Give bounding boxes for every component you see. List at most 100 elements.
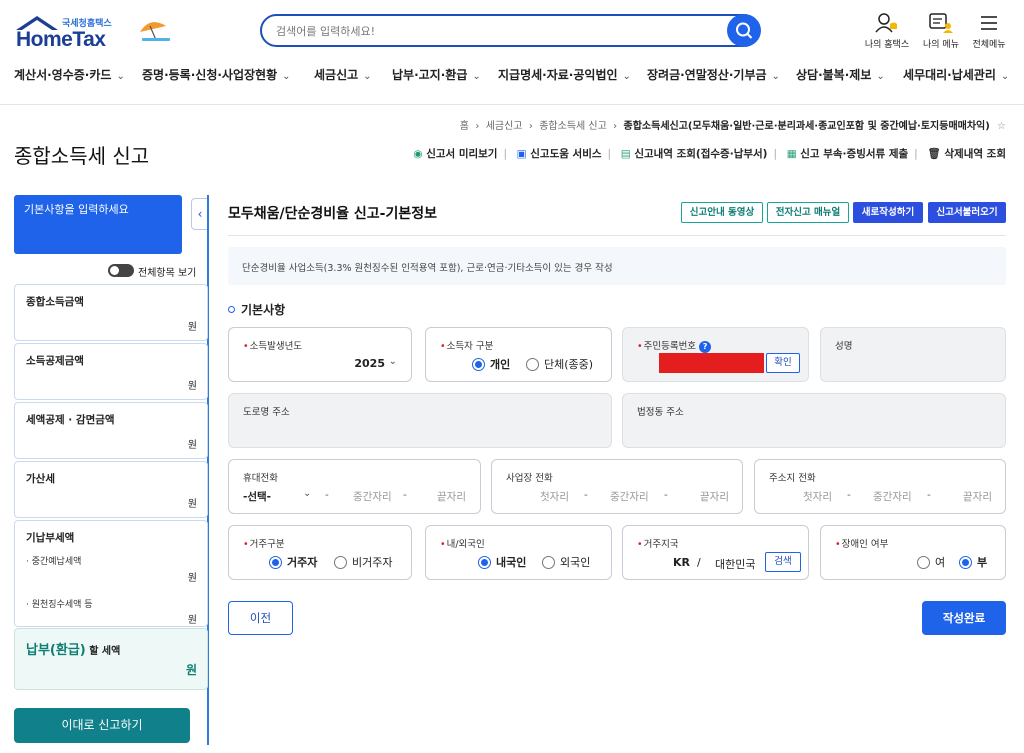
mobile-prefix-select[interactable]: -선택- bbox=[243, 489, 271, 504]
foreigner-radio[interactable]: 외국인 bbox=[542, 554, 590, 570]
mobile-last-input[interactable]: 끝자리 bbox=[437, 489, 466, 504]
menu-user-icon bbox=[929, 13, 953, 33]
name-field: 성명 bbox=[820, 327, 1006, 382]
hometax-logo[interactable]: 국세청홈택스 HomeTax bbox=[14, 14, 170, 51]
breadcrumb: 홈 › 세금신고 › 종합소득세 신고 › 종합소득세신고(모두채움·일반·근로… bbox=[459, 121, 1006, 132]
load-form-button[interactable]: 신고서불러오기 bbox=[928, 202, 1006, 223]
previous-button[interactable]: 이전 bbox=[228, 601, 293, 635]
menu-divider bbox=[0, 104, 1024, 105]
chevron-down-icon: ⌄ bbox=[472, 71, 481, 82]
form-title: 모두채움/단순경비율 신고-기본정보 bbox=[228, 206, 437, 222]
home-middle-input[interactable]: 중간자리 bbox=[873, 489, 912, 504]
nationality-field: •내/외국인 내국인 외국인 bbox=[425, 525, 612, 580]
chevron-down-icon: ⌄ bbox=[622, 71, 631, 82]
menu-item-tax-return[interactable]: 세금신고 ⌄ bbox=[314, 66, 372, 83]
history-link[interactable]: ▤ 신고내역 조회(접수증·납부서) bbox=[621, 148, 768, 160]
chevron-down-icon: ⌄ bbox=[876, 71, 885, 82]
chevron-down-icon: ⌄ bbox=[282, 71, 291, 82]
search-bar bbox=[260, 14, 760, 47]
hamburger-icon bbox=[981, 16, 997, 30]
mobile-middle-input[interactable]: 중간자리 bbox=[353, 489, 392, 504]
type-individual-radio[interactable]: 개인 bbox=[472, 356, 510, 372]
chevron-down-icon: ⌄ bbox=[116, 71, 125, 82]
help-service-link[interactable]: ▣ 신고도움 서비스 bbox=[517, 148, 602, 160]
section-title: 기본사항 bbox=[228, 301, 285, 318]
help-icon[interactable]: ? bbox=[699, 341, 712, 353]
country-search-button[interactable]: 검색 bbox=[765, 552, 801, 572]
nonresident-radio[interactable]: 비거주자 bbox=[334, 554, 392, 570]
biz-middle-input[interactable]: 중간자리 bbox=[610, 489, 649, 504]
deleted-history-link[interactable]: 🗑 삭제내역 조회 bbox=[927, 148, 1006, 160]
home-first-input[interactable]: 첫자리 bbox=[803, 489, 832, 504]
page-title: 종합소득세 신고 bbox=[14, 144, 150, 168]
rrn-field: •주민등록번호 ? 확인 bbox=[622, 327, 809, 382]
menu-item-statement[interactable]: 지급명세·자료·공익법인 ⌄ bbox=[498, 66, 631, 83]
star-icon[interactable]: ☆ bbox=[997, 121, 1006, 132]
user-bell-icon bbox=[875, 13, 897, 33]
disability-field: •장애인 여부 여 부 bbox=[820, 525, 1006, 580]
type-group-radio[interactable]: 단체(종중) bbox=[526, 356, 593, 372]
sidebar-item-penalty[interactable]: 가산세 원 bbox=[14, 461, 208, 518]
search-button[interactable] bbox=[727, 14, 761, 47]
year-field[interactable]: •소득발생년도 2025 ⌄ bbox=[228, 327, 412, 382]
my-menu-button[interactable]: 나의 메뉴 bbox=[918, 12, 964, 50]
domestic-radio[interactable]: 내국인 bbox=[478, 554, 526, 570]
circle-bullet-icon bbox=[228, 306, 235, 313]
menu-item-invoice[interactable]: 계산서·영수증·카드 ⌄ bbox=[14, 66, 125, 83]
service-links: ◉ 신고서 미리보기 | ▣ 신고도움 서비스 | ▤ 신고내역 조회(접수증·납부… bbox=[413, 148, 1006, 160]
road-address-field: 도로명 주소 bbox=[228, 393, 612, 448]
disabled-yes-radio[interactable]: 여 bbox=[917, 554, 945, 570]
search-icon bbox=[736, 22, 753, 39]
sidebar-collapse-button[interactable]: ‹ bbox=[191, 198, 208, 230]
biz-last-input[interactable]: 끝자리 bbox=[700, 489, 729, 504]
document-search-icon: ▤ bbox=[620, 148, 631, 160]
menu-item-consult[interactable]: 상담·불복·제보 ⌄ bbox=[796, 66, 885, 83]
show-all-toggle[interactable] bbox=[108, 264, 134, 277]
all-menu-button[interactable]: 전체메뉴 bbox=[966, 12, 1012, 50]
preview-link[interactable]: ◉ 신고서 미리보기 bbox=[413, 148, 497, 160]
title-divider bbox=[228, 235, 1006, 236]
lot-address-field: 법정동 주소 bbox=[622, 393, 1006, 448]
sidebar-item-tax-credit[interactable]: 세액공제 · 감면금액 원 bbox=[14, 402, 208, 459]
mobile-phone-field: 휴대전화 -선택- ⌄ - 중간자리 - 끝자리 bbox=[228, 459, 481, 514]
show-all-label: 전체항목 보기 bbox=[138, 268, 197, 279]
rrn-confirm-button[interactable]: 확인 bbox=[766, 353, 800, 373]
trash-icon: 🗑 bbox=[927, 148, 941, 160]
guide-video-button[interactable]: 신고안내 동영상 bbox=[681, 202, 763, 223]
file-return-button[interactable]: 이대로 신고하기 bbox=[14, 708, 190, 743]
main-menu: 계산서·영수증·카드 ⌄ 증명·등록·신청·사업장현황 ⌄ 세금신고 ⌄ 납부·고지·… bbox=[0, 66, 1024, 92]
sidebar-status-box: 기본사항을 입력하세요 bbox=[14, 195, 182, 254]
sidebar-payable-tax: 납부(환급) 할 세액 원 bbox=[14, 628, 208, 690]
sidebar-item-prepaid-tax[interactable]: 기납부세액 · 중간예납세액 원 · 원천징수세액 등 원 bbox=[14, 520, 208, 627]
complete-button[interactable]: 작성완료 bbox=[922, 601, 1006, 635]
country-field: •거주지국 KR / 대한민국 검색 bbox=[622, 525, 809, 580]
new-form-button[interactable]: 새로작성하기 bbox=[853, 202, 923, 223]
menu-item-agent[interactable]: 세무대리·납세관리 ⌄ bbox=[903, 66, 1009, 83]
menu-item-payment[interactable]: 납부·고지·환급 ⌄ bbox=[392, 66, 481, 83]
business-phone-field: 사업장 전화 첫자리 - 중간자리 - 끝자리 bbox=[491, 459, 743, 514]
umbrella-logo-icon bbox=[140, 22, 170, 41]
redacted-rrn bbox=[659, 353, 764, 373]
check-circle-icon: ◉ bbox=[413, 148, 423, 160]
search-input[interactable] bbox=[276, 22, 706, 40]
my-hometax-button[interactable]: 나의 홈택스 bbox=[864, 12, 910, 50]
disabled-no-radio[interactable]: 부 bbox=[959, 554, 987, 570]
resident-radio[interactable]: 거주자 bbox=[269, 554, 317, 570]
brand-name: HomeTax bbox=[16, 28, 106, 51]
chevron-down-icon: ⌄ bbox=[303, 488, 312, 499]
chevron-down-icon: ⌄ bbox=[1000, 71, 1010, 82]
residence-field: •거주구분 거주자 비거주자 bbox=[228, 525, 412, 580]
notice-box: 단순경비율 사업소득(3.3% 원천징수된 인적용역 포함), 근로·연금·기타… bbox=[228, 247, 1006, 285]
sidebar-item-deduction[interactable]: 소득공제금액 원 bbox=[14, 343, 208, 400]
biz-first-input[interactable]: 첫자리 bbox=[540, 489, 569, 504]
sidebar-item-income[interactable]: 종합소득금액 원 bbox=[14, 284, 208, 341]
home-phone-field: 주소지 전화 첫자리 - 중간자리 - 끝자리 bbox=[754, 459, 1006, 514]
menu-item-certificate[interactable]: 증명·등록·신청·사업장현황 ⌄ bbox=[142, 66, 291, 83]
monitor-icon: ▣ bbox=[516, 148, 527, 160]
chevron-down-icon: ⌄ bbox=[388, 356, 397, 367]
home-last-input[interactable]: 끝자리 bbox=[963, 489, 992, 504]
menu-item-incentive[interactable]: 장려금·연말정산·기부금 ⌄ bbox=[647, 66, 780, 83]
taxpayer-type-field: •소득자 구분 개인 단체(종중) bbox=[425, 327, 612, 382]
manual-button[interactable]: 전자신고 매뉴얼 bbox=[767, 202, 849, 223]
attachment-link[interactable]: ▦ 신고 부속·증빙서류 제출 bbox=[787, 148, 908, 160]
